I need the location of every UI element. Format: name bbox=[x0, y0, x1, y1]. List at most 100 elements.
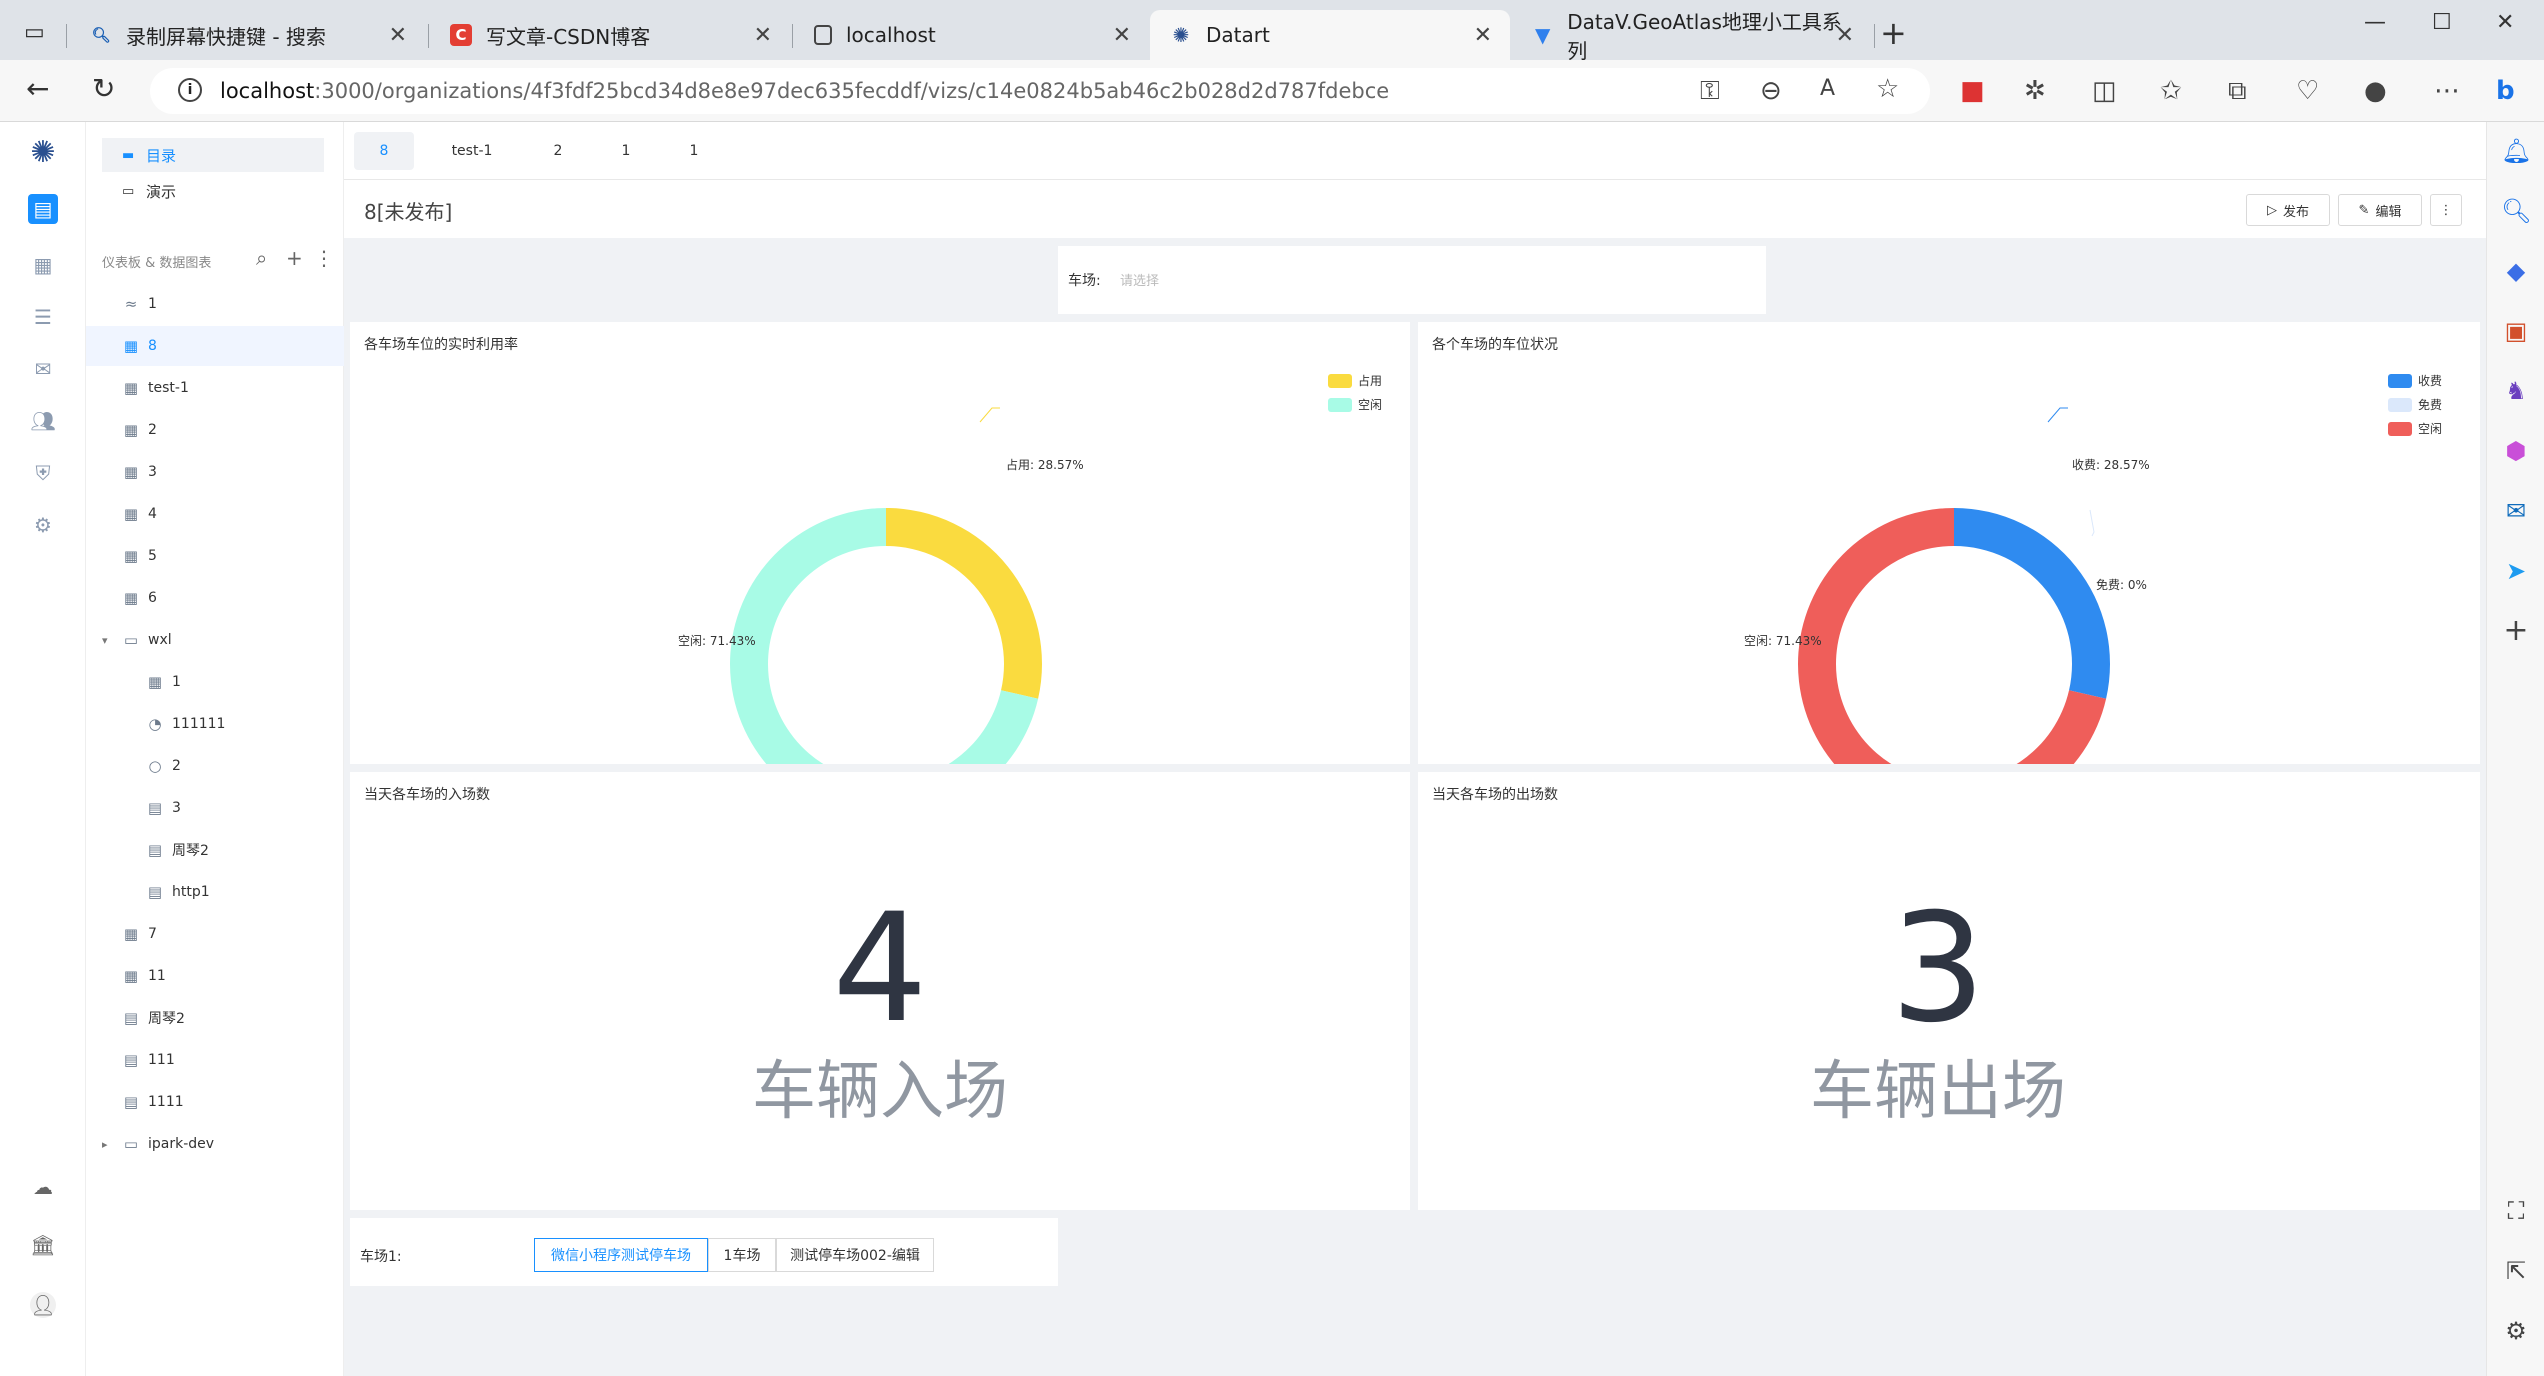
tree-item[interactable]: ▦ 4 bbox=[86, 494, 344, 534]
favorite-star-icon[interactable]: ☆ bbox=[1876, 74, 1899, 104]
tree-item[interactable]: ▤ 1111 bbox=[86, 1082, 344, 1122]
settings-gear-icon[interactable]: ⚙ bbox=[2501, 1316, 2531, 1346]
info-icon[interactable]: i bbox=[178, 78, 202, 102]
donut-slice[interactable] bbox=[1798, 508, 2107, 764]
extension-red-icon[interactable]: ■ bbox=[1960, 76, 1985, 106]
search-icon[interactable]: ⌕ bbox=[256, 246, 267, 270]
tree-item[interactable]: ▤ http1 bbox=[86, 872, 344, 912]
tree-item[interactable]: ▦ test-1 bbox=[86, 368, 344, 408]
tree-item[interactable]: ▦ 2 bbox=[86, 410, 344, 450]
office-icon[interactable]: ⬢ bbox=[2501, 436, 2531, 466]
tab-dashboard-2[interactable]: 2 bbox=[530, 132, 586, 170]
tree-item[interactable]: ▤ 3 bbox=[86, 788, 344, 828]
favorites-icon[interactable]: ✩ bbox=[2160, 76, 2182, 106]
close-icon[interactable]: ✕ bbox=[389, 23, 407, 48]
back-icon[interactable]: ← bbox=[26, 72, 49, 105]
tab-dashboard-test-1[interactable]: test-1 bbox=[424, 132, 520, 170]
viz-nav-icon[interactable]: ▤ bbox=[28, 194, 58, 224]
donut-slice[interactable] bbox=[886, 508, 1042, 699]
close-window-icon[interactable]: ✕ bbox=[2496, 10, 2514, 35]
members-nav-icon[interactable]: 👥︎ bbox=[30, 408, 56, 434]
browser-tab-datav[interactable]: ▼ DataV.GeoAtlas地理小工具系列 ✕ bbox=[1512, 10, 1872, 63]
caret-right-icon[interactable]: ▸ bbox=[102, 1138, 108, 1151]
datart-logo-icon[interactable]: ✺ bbox=[30, 138, 56, 168]
download-icon[interactable]: ☁ bbox=[30, 1174, 56, 1200]
close-icon[interactable]: ✕ bbox=[754, 23, 772, 48]
more-vertical-icon[interactable]: ⋮ bbox=[314, 246, 334, 270]
tree-item[interactable]: ▦ 11 bbox=[86, 956, 344, 996]
close-icon[interactable]: ✕ bbox=[1836, 23, 1854, 48]
bing-icon[interactable]: b bbox=[2496, 76, 2515, 106]
browser-tab-localhost[interactable]: localhost ✕ bbox=[794, 10, 1149, 60]
browser-tab-csdn[interactable]: C 写文章-CSDN博客 ✕ bbox=[430, 10, 790, 60]
tree-item[interactable]: ▦ 6 bbox=[86, 578, 344, 618]
caret-down-icon[interactable]: ▾ bbox=[102, 634, 108, 647]
add-icon[interactable]: + bbox=[2501, 616, 2531, 646]
extensions-icon[interactable]: ✲ bbox=[2024, 76, 2046, 106]
lot-option-test002[interactable]: 测试停车场002-编辑 bbox=[776, 1238, 934, 1272]
profile-avatar-icon[interactable]: ● bbox=[2364, 76, 2387, 106]
browser-tab-search[interactable]: 🔍︎ 录制屏幕快捷键 - 搜索 ✕ bbox=[70, 10, 425, 60]
lot-option-lot1[interactable]: 1车场 bbox=[708, 1238, 776, 1272]
read-aloud-icon[interactable]: A bbox=[1820, 76, 1835, 101]
switch-catalog[interactable]: ▬ 目录 bbox=[102, 138, 324, 172]
organization-icon[interactable]: 🏛︎ bbox=[30, 1232, 56, 1258]
tab-dashboard-1[interactable]: 1 bbox=[598, 132, 654, 170]
bell-icon[interactable]: 🔔︎ bbox=[2501, 136, 2531, 166]
add-icon[interactable]: + bbox=[286, 246, 303, 270]
chart-title: 当天各车场的出场数 bbox=[1432, 787, 1558, 803]
tree-item[interactable]: ▾ ▭ wxl bbox=[86, 620, 344, 660]
tree-item[interactable]: ≈1 bbox=[86, 284, 344, 324]
edit-button[interactable]: ✎ 编辑 bbox=[2338, 194, 2422, 226]
key-icon[interactable]: ⚿ bbox=[1700, 76, 1720, 107]
tree-item[interactable]: ▤ 周琴2 bbox=[86, 830, 344, 870]
parking-lot-select[interactable]: 请选择 bbox=[1120, 270, 1159, 289]
view-nav-icon[interactable]: ▦ bbox=[30, 252, 56, 278]
tab-dashboard-1b[interactable]: 1 bbox=[666, 132, 722, 170]
tree-item[interactable]: ◔ 111111 bbox=[86, 704, 344, 744]
games-icon[interactable]: ♞ bbox=[2501, 376, 2531, 406]
tree-item[interactable]: ▦ 1 bbox=[86, 662, 344, 702]
open-external-icon[interactable]: ⇱ bbox=[2501, 1256, 2531, 1286]
outlook-icon[interactable]: ✉ bbox=[2501, 496, 2531, 526]
schedule-nav-icon[interactable]: ✉ bbox=[30, 356, 56, 382]
zoom-out-icon[interactable]: ⊖ bbox=[1760, 76, 1782, 106]
close-icon[interactable]: ✕ bbox=[1474, 23, 1492, 48]
tree-item[interactable]: ○ 2 bbox=[86, 746, 344, 786]
settings-nav-icon[interactable]: ⚙ bbox=[30, 512, 56, 538]
close-icon[interactable]: ✕ bbox=[1113, 23, 1131, 48]
performance-icon[interactable]: ♡ bbox=[2296, 76, 2319, 106]
tab-actions-icon[interactable]: ▭ bbox=[24, 20, 45, 45]
publish-button[interactable]: ▷ 发布 bbox=[2246, 194, 2330, 226]
more-button[interactable]: ⋮ bbox=[2430, 194, 2462, 226]
lot-option-wechat[interactable]: 微信小程序测试停车场 bbox=[534, 1238, 708, 1272]
screenshot-icon[interactable]: ⛶ bbox=[2501, 1196, 2531, 1226]
donut-slice[interactable] bbox=[730, 508, 1039, 764]
split-screen-icon[interactable]: ◫ bbox=[2092, 76, 2117, 106]
new-tab-icon[interactable]: + bbox=[1880, 14, 1907, 52]
browser-tab-datart[interactable]: ✺ Datart ✕ bbox=[1150, 10, 1510, 60]
url-field[interactable]: i localhost:3000/organizations/4f3fdf25b… bbox=[150, 68, 1930, 114]
source-nav-icon[interactable]: ☰ bbox=[30, 304, 56, 330]
user-avatar-icon[interactable]: 👤︎ bbox=[30, 1292, 56, 1318]
donut-slice[interactable] bbox=[1954, 508, 2110, 699]
more-menu-icon[interactable]: ⋯ bbox=[2434, 76, 2460, 106]
tree-item-label: 3 bbox=[148, 464, 157, 480]
toolbox-icon[interactable]: ▣ bbox=[2501, 316, 2531, 346]
tree-item[interactable]: ▦ 8 bbox=[86, 326, 344, 366]
collections-icon[interactable]: ⧉ bbox=[2228, 76, 2247, 107]
tab-dashboard-8[interactable]: 8 bbox=[354, 132, 414, 170]
tree-item[interactable]: ▤ 111 bbox=[86, 1040, 344, 1080]
permission-nav-icon[interactable]: ⛨ bbox=[30, 460, 56, 486]
shopping-tag-icon[interactable]: ◆ bbox=[2501, 256, 2531, 286]
reload-icon[interactable]: ↻ bbox=[92, 72, 115, 105]
tree-item[interactable]: ▦ 7 bbox=[86, 914, 344, 954]
maximize-icon[interactable]: ☐ bbox=[2432, 10, 2452, 35]
tree-item[interactable]: ▦ 3 bbox=[86, 452, 344, 492]
send-icon[interactable]: ➤ bbox=[2501, 556, 2531, 586]
search-icon[interactable]: 🔍︎ bbox=[2501, 196, 2531, 226]
tree-item[interactable]: ▦ 5 bbox=[86, 536, 344, 576]
minimize-icon[interactable]: — bbox=[2364, 10, 2386, 35]
tree-item[interactable]: ▸ ▭ ipark-dev bbox=[86, 1124, 344, 1164]
tree-item[interactable]: ▤ 周琴2 bbox=[86, 998, 344, 1038]
